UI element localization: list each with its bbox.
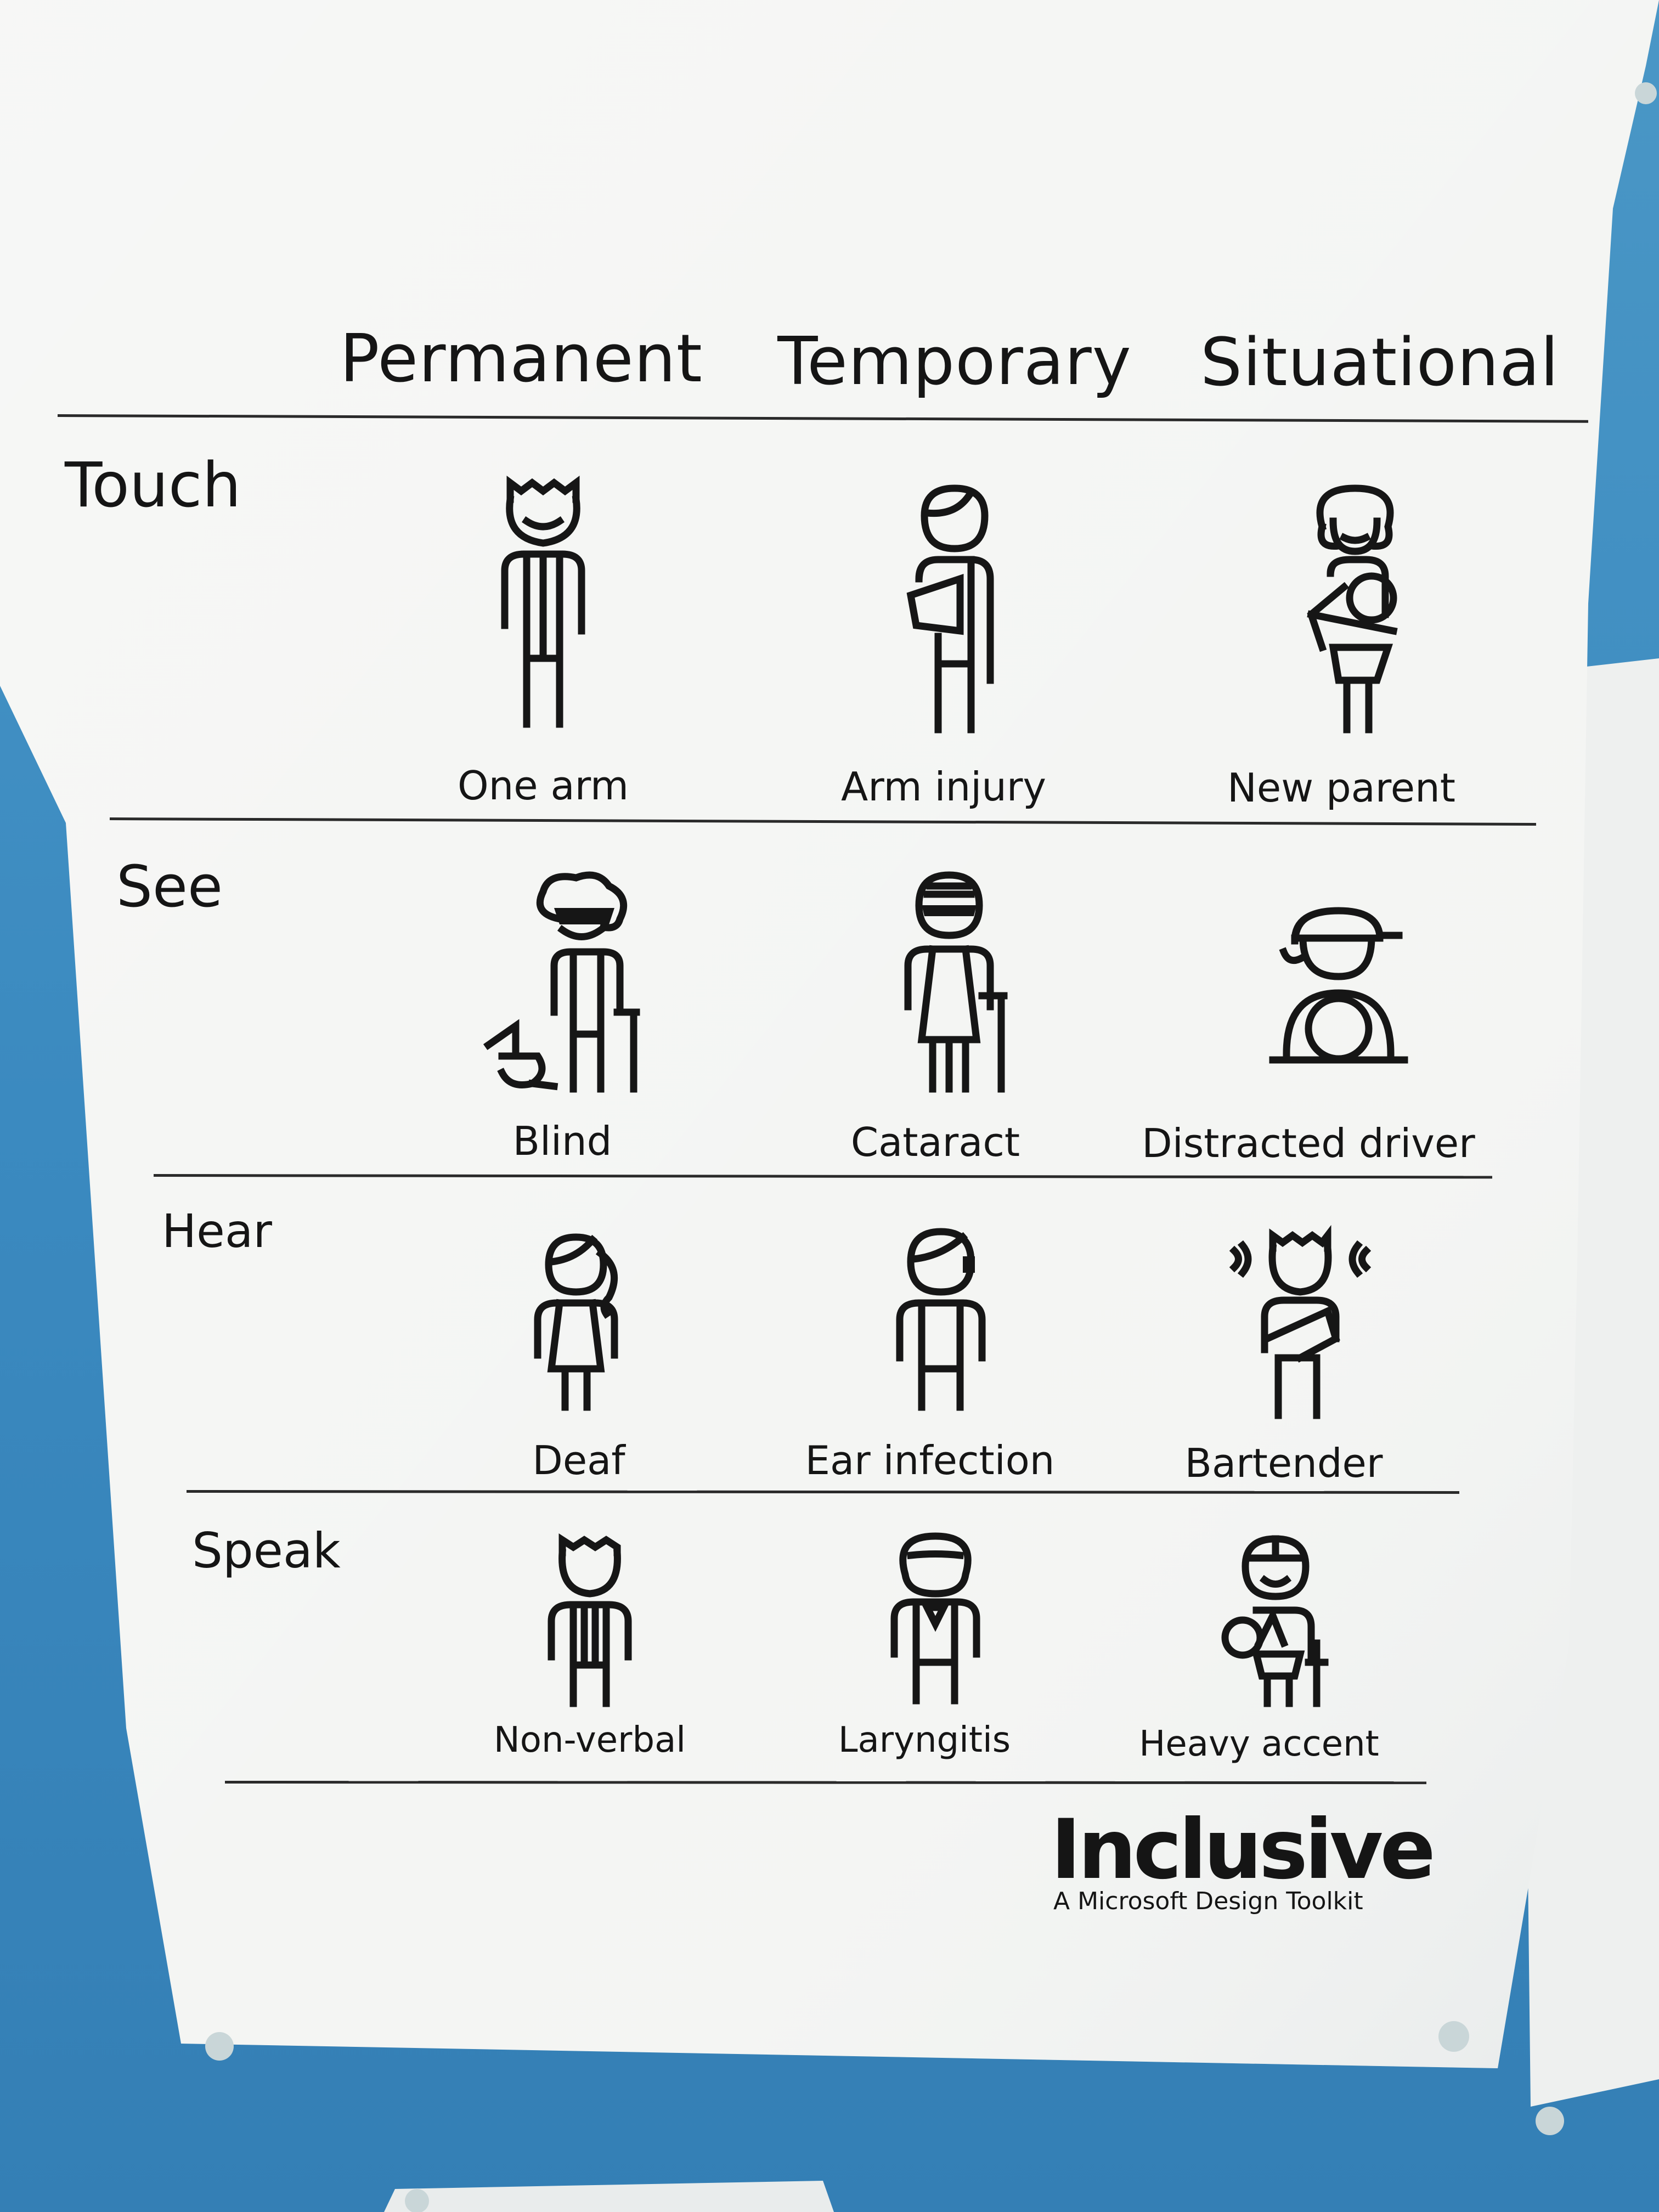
caption-non-verbal: Non-verbal: [493, 1720, 686, 1760]
row-header-speak: Speak: [192, 1522, 341, 1579]
caption-heavy-accent: Heavy accent: [1139, 1724, 1379, 1764]
ear-infection-person-icon: [886, 1226, 996, 1413]
distracted-driver-icon: [1269, 905, 1408, 1070]
caption-ear-infection: Ear infection: [805, 1437, 1055, 1483]
brand-tagline: A Microsoft Design Toolkit: [1053, 1887, 1363, 1915]
column-header-situational: Situational: [1200, 325, 1559, 401]
column-header-permanent: Permanent: [340, 321, 703, 397]
cataract-person-with-cane-icon: [889, 870, 1009, 1094]
caption-new-parent: New parent: [1227, 765, 1455, 811]
one-arm-person-icon: [472, 476, 614, 730]
new-parent-person-icon: [1284, 483, 1426, 735]
caption-cataract: Cataract: [850, 1119, 1020, 1165]
caption-blind: Blind: [512, 1118, 612, 1164]
deaf-person-icon: [527, 1232, 625, 1413]
row-header-touch: Touch: [65, 450, 241, 521]
laryngitis-person-icon: [889, 1531, 982, 1706]
non-verbal-person-icon: [543, 1533, 636, 1709]
blind-person-with-guide-dog-icon: [472, 870, 658, 1094]
row-header-hear: Hear: [162, 1204, 272, 1258]
inclusive-logo: Inclusive: [1051, 1802, 1436, 1898]
caption-deaf: Deaf: [532, 1437, 625, 1483]
caption-distracted-driver: Distracted driver: [1142, 1120, 1475, 1166]
heavy-accent-person-icon: [1218, 1533, 1329, 1709]
bartender-person-icon: [1229, 1224, 1372, 1421]
arm-injury-person-icon: [878, 483, 1020, 735]
caption-arm-injury: Arm injury: [840, 764, 1047, 810]
caption-laryngitis: Laryngitis: [838, 1720, 1011, 1760]
caption-one-arm: One arm: [457, 763, 629, 809]
row-header-see: See: [116, 853, 223, 920]
caption-bartender: Bartender: [1184, 1440, 1383, 1486]
column-header-temporary: Temporary: [777, 324, 1132, 400]
